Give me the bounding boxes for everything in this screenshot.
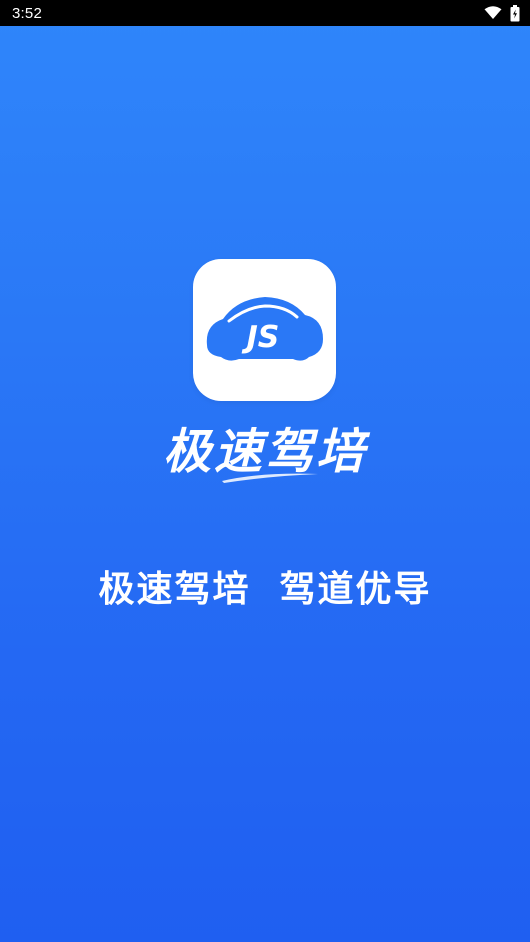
car-logo-icon: JS [206, 297, 323, 361]
swoosh-decoration [222, 473, 318, 483]
wifi-icon [484, 6, 502, 20]
slogan-text: 极速驾培 驾道优导 [98, 569, 432, 610]
app-logo: JS [193, 259, 336, 401]
status-time: 3:52 [12, 4, 42, 22]
splash-screen: 3:52 JS 极速驾培 极速驾培 驾道优导 [0, 0, 530, 942]
logo-text: JS [242, 320, 280, 355]
battery-icon [510, 4, 520, 22]
status-bar: 3:52 [0, 0, 530, 26]
status-icons [484, 4, 520, 22]
